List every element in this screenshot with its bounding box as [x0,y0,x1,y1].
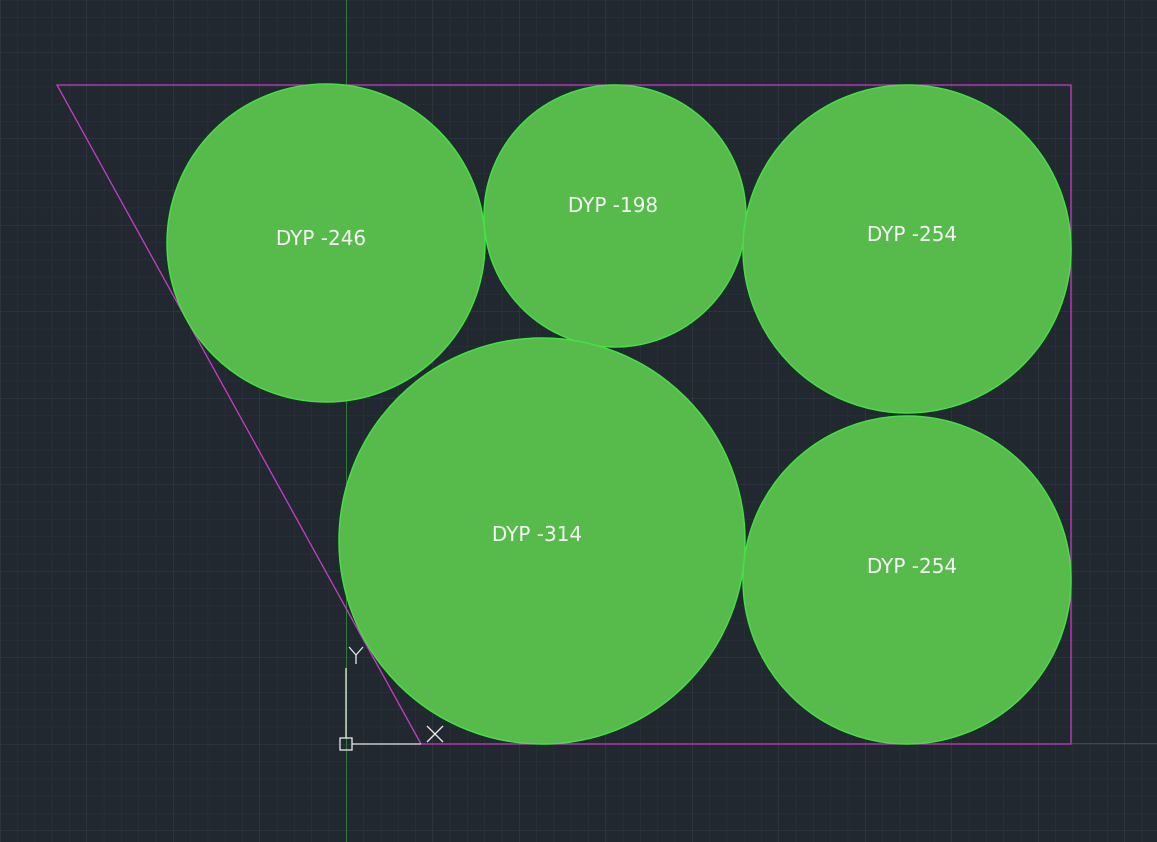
circle-shape[interactable] [742,84,1072,414]
cad-viewport[interactable]: DYP -246 DYP -198 DYP -254 DYP -314 DYP … [0,0,1157,842]
circle-dyp-246[interactable]: DYP -246 [166,83,486,403]
circle-label: DYP -254 [867,554,957,578]
circle-label: DYP -314 [492,522,582,546]
circle-shape[interactable] [742,415,1072,745]
circle-label: DYP -254 [867,222,957,246]
circle-label: DYP -198 [568,193,658,217]
circle-dyp-198[interactable]: DYP -198 [483,84,747,348]
circle-dyp-254-top[interactable]: DYP -254 [742,84,1072,414]
circle-dyp-254-bottom[interactable]: DYP -254 [742,415,1072,745]
circle-dyp-314[interactable]: DYP -314 [338,337,746,745]
circle-label: DYP -246 [276,226,366,250]
